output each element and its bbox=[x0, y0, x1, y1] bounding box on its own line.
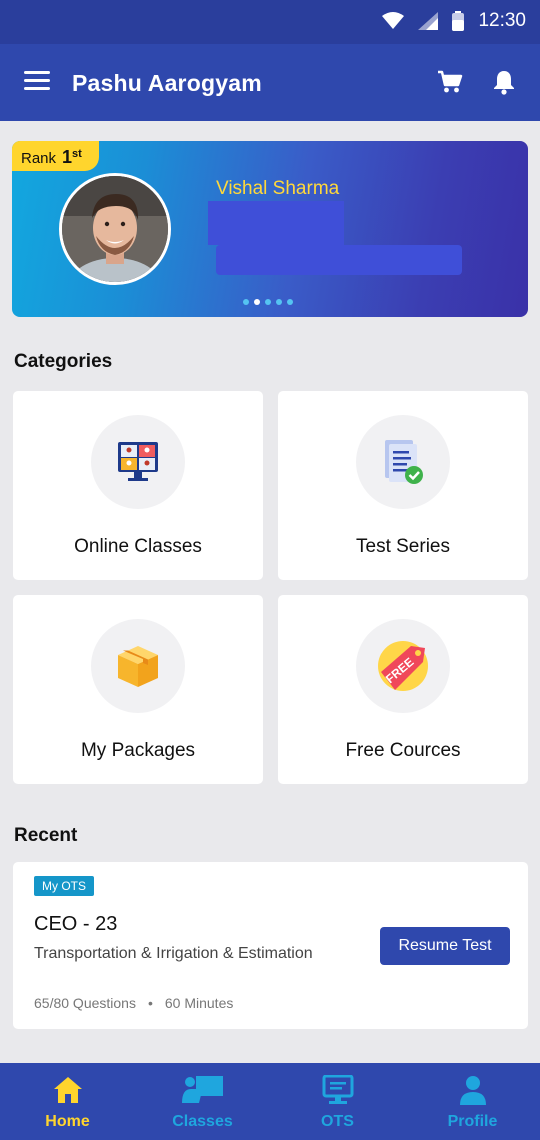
avatar bbox=[59, 173, 171, 285]
app-bar: Pashu Aarogyam bbox=[0, 44, 540, 121]
nav-profile[interactable]: Profile bbox=[405, 1063, 540, 1140]
home-icon bbox=[53, 1077, 82, 1103]
classes-icon bbox=[181, 1076, 223, 1103]
category-label: Online Classes bbox=[74, 536, 202, 557]
nav-label: Profile bbox=[447, 1113, 498, 1130]
test-meta: 65/80 Questions • 60 Minutes bbox=[34, 995, 233, 1011]
recent-test-card[interactable]: My OTS CEO - 23 Transportation & Irrigat… bbox=[13, 862, 528, 1029]
hamburger-icon-line bbox=[24, 79, 50, 82]
free-tag-icon: FREE bbox=[378, 641, 428, 691]
notification-bell-icon[interactable] bbox=[492, 69, 516, 95]
rank-suffix: st bbox=[72, 148, 82, 160]
meta-separator: • bbox=[147, 995, 153, 1011]
test-title: CEO - 23 bbox=[34, 913, 118, 935]
menu-button[interactable] bbox=[24, 71, 50, 93]
category-my-packages[interactable]: My Packages bbox=[13, 595, 263, 784]
category-free-courses[interactable]: FREE Free Cources bbox=[278, 595, 528, 784]
rank-label: Rank bbox=[21, 150, 57, 167]
status-bar: 12:30 bbox=[0, 0, 540, 44]
rank-badge: Rank 1st bbox=[12, 141, 99, 171]
nav-label: Classes bbox=[172, 1113, 233, 1130]
carousel-dot[interactable] bbox=[265, 299, 271, 305]
avatar-photo bbox=[62, 176, 168, 282]
hamburger-icon-line bbox=[24, 71, 50, 74]
hamburger-icon-line bbox=[24, 87, 50, 90]
ots-monitor-icon bbox=[322, 1075, 353, 1104]
categories-heading: Categories bbox=[14, 351, 113, 372]
resume-test-button[interactable]: Resume Test bbox=[380, 927, 510, 965]
icon-circle bbox=[356, 415, 450, 509]
test-subtitle: Transportation & Irrigation & Estimation bbox=[34, 945, 313, 962]
nav-label: OTS bbox=[321, 1113, 354, 1130]
nav-home[interactable]: Home bbox=[0, 1063, 135, 1140]
rank-banner[interactable]: Rank 1st Vishal Sharma bbox=[12, 141, 528, 317]
carousel-dot[interactable] bbox=[243, 299, 249, 305]
test-duration: 60 Minutes bbox=[164, 995, 234, 1011]
signal-icon bbox=[418, 12, 439, 30]
profile-icon bbox=[459, 1076, 486, 1105]
student-name: Vishal Sharma bbox=[216, 178, 340, 199]
icon-circle bbox=[91, 415, 185, 509]
category-label: My Packages bbox=[80, 740, 196, 761]
recent-heading: Recent bbox=[14, 825, 78, 846]
video-conference-icon bbox=[118, 442, 158, 481]
question-count: 65/80 Questions bbox=[34, 995, 136, 1011]
status-icons: 12:30 bbox=[382, 10, 526, 32]
package-box-icon bbox=[118, 646, 158, 687]
carousel-dot[interactable] bbox=[276, 299, 282, 305]
category-label: Free Cources bbox=[345, 740, 461, 761]
category-test-series[interactable]: Test Series bbox=[278, 391, 528, 580]
nav-ots[interactable]: OTS bbox=[270, 1063, 405, 1140]
ots-tag: My OTS bbox=[34, 876, 94, 896]
category-label: Test Series bbox=[356, 536, 450, 557]
wifi-icon bbox=[382, 12, 405, 29]
redacted-text bbox=[208, 201, 344, 245]
bottom-nav: Home Classes OTS Profile bbox=[0, 1063, 540, 1140]
battery-icon bbox=[452, 11, 465, 31]
carousel-dot[interactable] bbox=[287, 299, 293, 305]
app-title: Pashu Aarogyam bbox=[72, 70, 262, 96]
nav-label: Home bbox=[45, 1113, 90, 1130]
cart-icon[interactable] bbox=[437, 70, 463, 94]
nav-classes[interactable]: Classes bbox=[135, 1063, 270, 1140]
rank-number: 1 bbox=[62, 147, 73, 167]
status-time: 12:30 bbox=[478, 10, 526, 31]
icon-circle bbox=[91, 619, 185, 713]
icon-circle: FREE bbox=[356, 619, 450, 713]
category-online-classes[interactable]: Online Classes bbox=[13, 391, 263, 580]
carousel-indicator bbox=[243, 299, 293, 305]
document-check-icon bbox=[385, 440, 423, 484]
carousel-dot-active[interactable] bbox=[254, 299, 260, 305]
redacted-text bbox=[216, 245, 462, 275]
